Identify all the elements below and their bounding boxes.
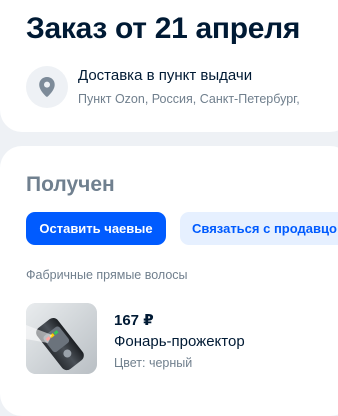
leave-tip-button[interactable]: Оставить чаевые [26, 212, 166, 245]
contact-seller-button[interactable]: Связаться с продавцо [180, 212, 338, 245]
delivery-address: Пункт Ozon, Россия, Санкт-Петербург, [78, 92, 300, 106]
location-pin-icon [39, 77, 55, 97]
product-price: 167 ₽ [114, 312, 154, 329]
flashlight-product-photo [26, 303, 97, 374]
delivery-icon-circle [26, 66, 68, 108]
seller-name: Фабричные прямые волосы [26, 268, 188, 282]
delivery-method: Доставка в пункт выдачи [78, 67, 253, 84]
product-color: Цвет: черный [114, 356, 193, 370]
page-title: Заказ от 21 апреля [26, 12, 301, 45]
order-status: Получен [26, 173, 115, 196]
product-image[interactable] [26, 303, 97, 374]
product-name[interactable]: Фонарь-прожектор [114, 333, 245, 350]
